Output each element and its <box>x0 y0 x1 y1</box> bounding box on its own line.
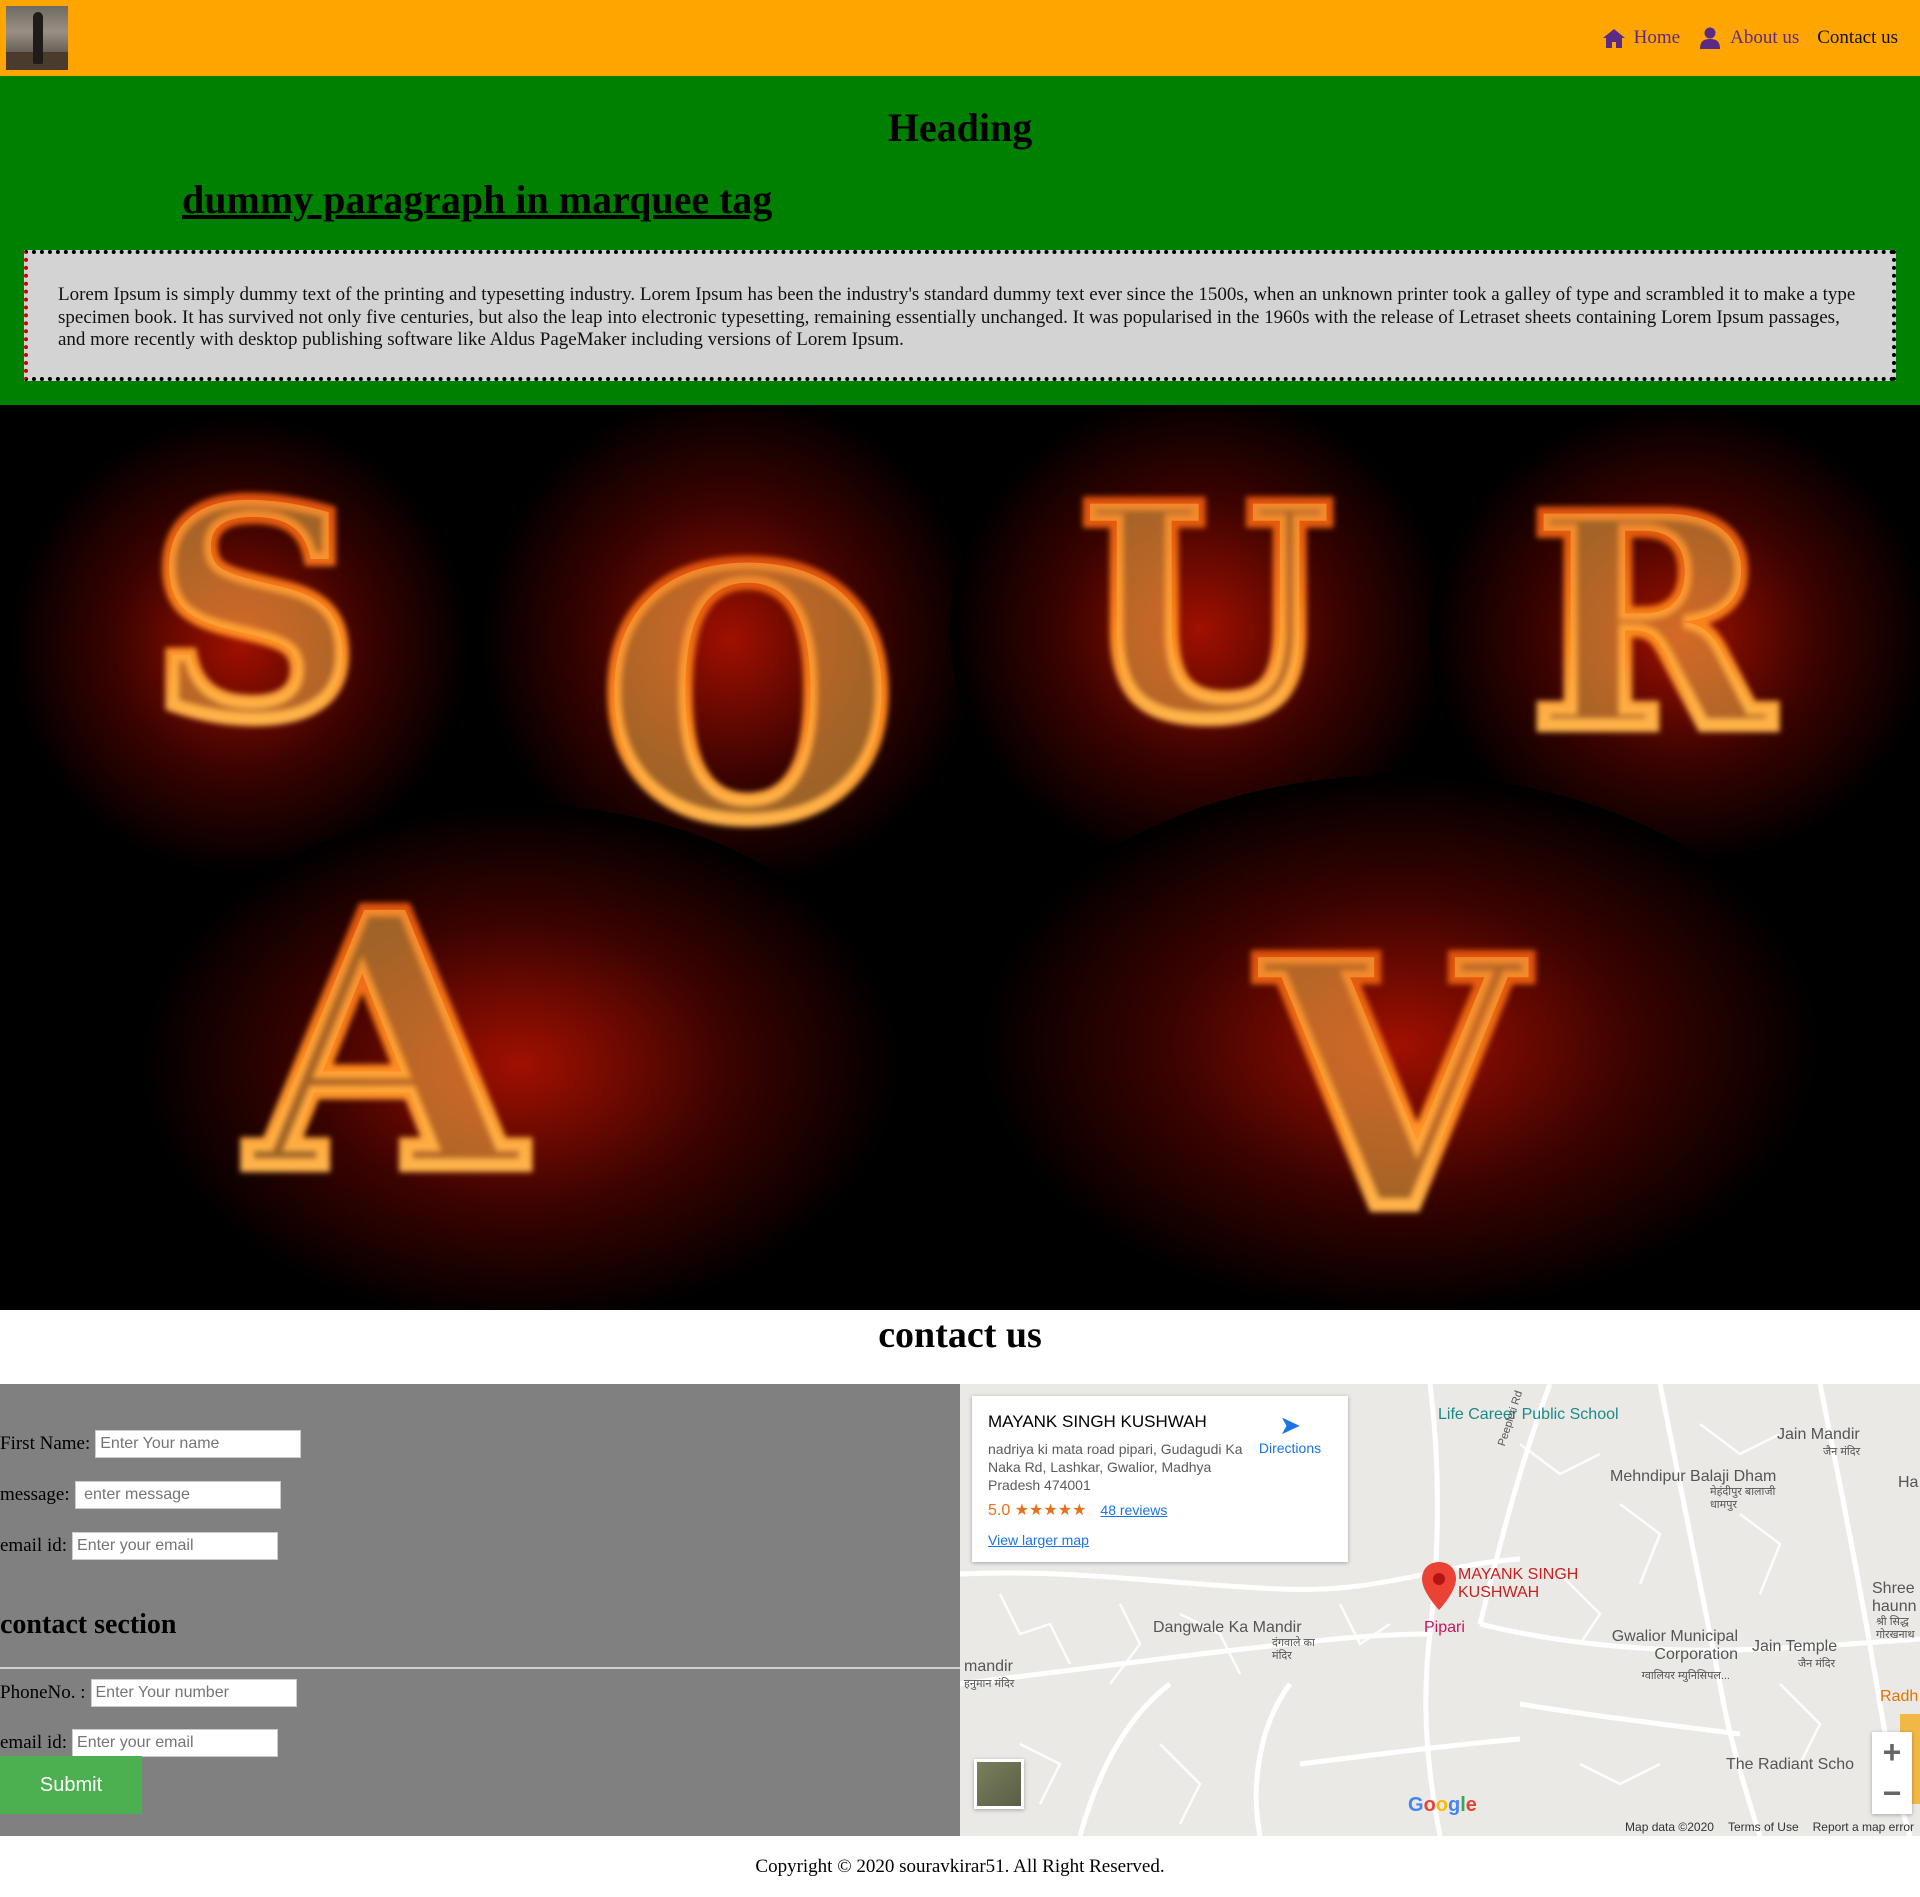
home-icon <box>1602 29 1625 48</box>
map-label-dangwale: Dangwale Ka Mandir <box>1153 1619 1302 1636</box>
place-address: nadriya ki mata road pipari, Gudagudi Ka… <box>988 1441 1243 1493</box>
fire-letter-v-core: V <box>1255 887 1531 1286</box>
submit-button[interactable]: Submit <box>0 1756 142 1814</box>
directions-button[interactable]: ➤ Directions <box>1250 1410 1330 1456</box>
map-attribution: Map data ©2020 Terms of Use Report a map… <box>1625 1820 1914 1834</box>
map-label-pipari: Pipari <box>1424 1619 1465 1636</box>
fire-letters-image: S O U R A V S O U R A V <box>0 405 1920 1310</box>
fire-letter-a-core: A <box>245 836 529 1248</box>
message-input[interactable] <box>74 1481 281 1509</box>
map-data-label: Map data ©2020 <box>1625 1820 1714 1834</box>
map-label-dangwale-hi: दंगवाले का मंदिर <box>1272 1637 1315 1662</box>
fire-letter-u-core: U <box>1080 444 1333 784</box>
contact-section: First Name: message: email id: contact s… <box>0 1384 1920 1836</box>
lorem-paragraph: Lorem Ipsum is simply dummy text of the … <box>24 250 1896 381</box>
map-label-jain-temple-hi: जैन मंदिर <box>1798 1658 1836 1670</box>
zoom-out-button[interactable]: − <box>1872 1773 1912 1814</box>
google-logo: Google <box>1408 1794 1477 1816</box>
map-label-jain-temple: Jain Temple <box>1752 1638 1838 1655</box>
first-name-label: First Name: <box>0 1433 91 1454</box>
map-label-hanuman-hi: हनुमान मंदिर <box>964 1678 1015 1690</box>
map-label-shree: Shree haunn <box>1872 1580 1917 1615</box>
fire-letter-r-core: R <box>1530 454 1775 794</box>
copyright-text: Copyright © 2020 souravkirar51. All Righ… <box>755 1856 1165 1877</box>
satellite-toggle[interactable] <box>974 1759 1024 1809</box>
map-label-jain-mandir-hi: जैन मंदिर <box>1823 1446 1861 1458</box>
email2-row: email id: <box>0 1729 279 1757</box>
nav-contact-label: Contact us <box>1817 27 1898 48</box>
page-heading: Heading <box>887 105 1033 150</box>
email2-label: email id: <box>0 1732 68 1753</box>
nav-about-link[interactable]: About us <box>1698 27 1799 49</box>
hero-section: Heading dummy paragraph in marquee tag L… <box>0 76 1920 405</box>
phone-label: PhoneNo. : <box>0 1682 86 1703</box>
fire-letter-s-core: S <box>150 444 359 784</box>
directions-label: Directions <box>1258 1440 1322 1456</box>
contact-form: First Name: message: email id: contact s… <box>0 1384 960 1836</box>
map-label-pin: MAYANK SINGH KUSHWAH <box>1458 1566 1579 1601</box>
map-label-mehndipur-hi: मेहंदीपुर बालाजी धामपुर <box>1710 1486 1776 1511</box>
email-label: email id: <box>0 1535 68 1556</box>
main-nav: Home About us Contact us <box>1602 27 1898 49</box>
place-rating: 5.0 ★★★★★ 48 reviews <box>988 1500 1332 1520</box>
map-label-radh: Radh <box>1880 1688 1919 1705</box>
message-label: message: <box>0 1484 70 1505</box>
nav-home-link[interactable]: Home <box>1602 27 1680 49</box>
map-pin-icon[interactable] <box>1422 1562 1456 1610</box>
contact-title: contact us <box>878 1314 1042 1356</box>
email-input[interactable] <box>72 1532 279 1560</box>
map-label-life-career: Life Career Public School <box>1438 1406 1619 1423</box>
footer: Copyright © 2020 souravkirar51. All Righ… <box>0 1836 1920 1896</box>
email2-input[interactable] <box>72 1729 279 1757</box>
report-error-link[interactable]: Report a map error <box>1813 1820 1914 1834</box>
section-divider <box>0 1667 960 1669</box>
map-label-jain-mandir: Jain Mandir <box>1777 1426 1860 1443</box>
map-label-ha: Ha <box>1898 1474 1919 1491</box>
user-icon <box>1700 27 1721 49</box>
zoom-control: + − <box>1872 1732 1912 1814</box>
rating-value: 5.0 <box>988 1502 1011 1519</box>
reviews-link[interactable]: 48 reviews <box>1100 1502 1167 1518</box>
message-row: message: <box>0 1481 281 1509</box>
view-larger-map-link[interactable]: View larger map <box>988 1532 1089 1548</box>
logo-avatar[interactable] <box>6 6 68 70</box>
map-label-gwalior-mc-hi: ग्वालियर म्युनिसिपल... <box>1641 1670 1730 1682</box>
phone-input[interactable] <box>90 1679 297 1707</box>
phone-row: PhoneNo. : <box>0 1679 297 1707</box>
place-info-card: MAYANK SINGH KUSHWAH nadriya ki mata roa… <box>972 1396 1348 1562</box>
nav-home-label: Home <box>1633 27 1681 48</box>
rating-stars: ★★★★★ <box>1014 1502 1087 1519</box>
map-label-gwalior-mc: Gwalior Municipal Corporation <box>1611 1628 1738 1663</box>
contact-section-title: contact section <box>0 1609 177 1640</box>
map-label-radiant: The Radiant Scho <box>1726 1756 1855 1773</box>
map-label-mehndipur: Mehndipur Balaji Dham <box>1610 1468 1777 1485</box>
email-row: email id: <box>0 1532 279 1560</box>
first-name-input[interactable] <box>95 1430 302 1458</box>
nav-about-label: About us <box>1730 27 1800 48</box>
zoom-in-button[interactable]: + <box>1872 1732 1912 1773</box>
nav-contact-link[interactable]: Contact us <box>1817 27 1898 49</box>
map-label-mandir: mandir <box>964 1658 1013 1675</box>
top-navbar: Home About us Contact us <box>0 0 1920 76</box>
map-label-shree-hi: श्री सिद्ध गोरखनाथ <box>1876 1616 1915 1641</box>
first-name-row: First Name: <box>0 1430 302 1458</box>
fire-letter-o-core: O <box>600 497 896 896</box>
directions-icon: ➤ <box>1279 1410 1301 1440</box>
terms-link[interactable]: Terms of Use <box>1728 1820 1799 1834</box>
google-map[interactable]: Life Career Public School Jain Mandir जै… <box>960 1384 1920 1836</box>
marquee-text: dummy paragraph in marquee tag <box>182 177 773 222</box>
